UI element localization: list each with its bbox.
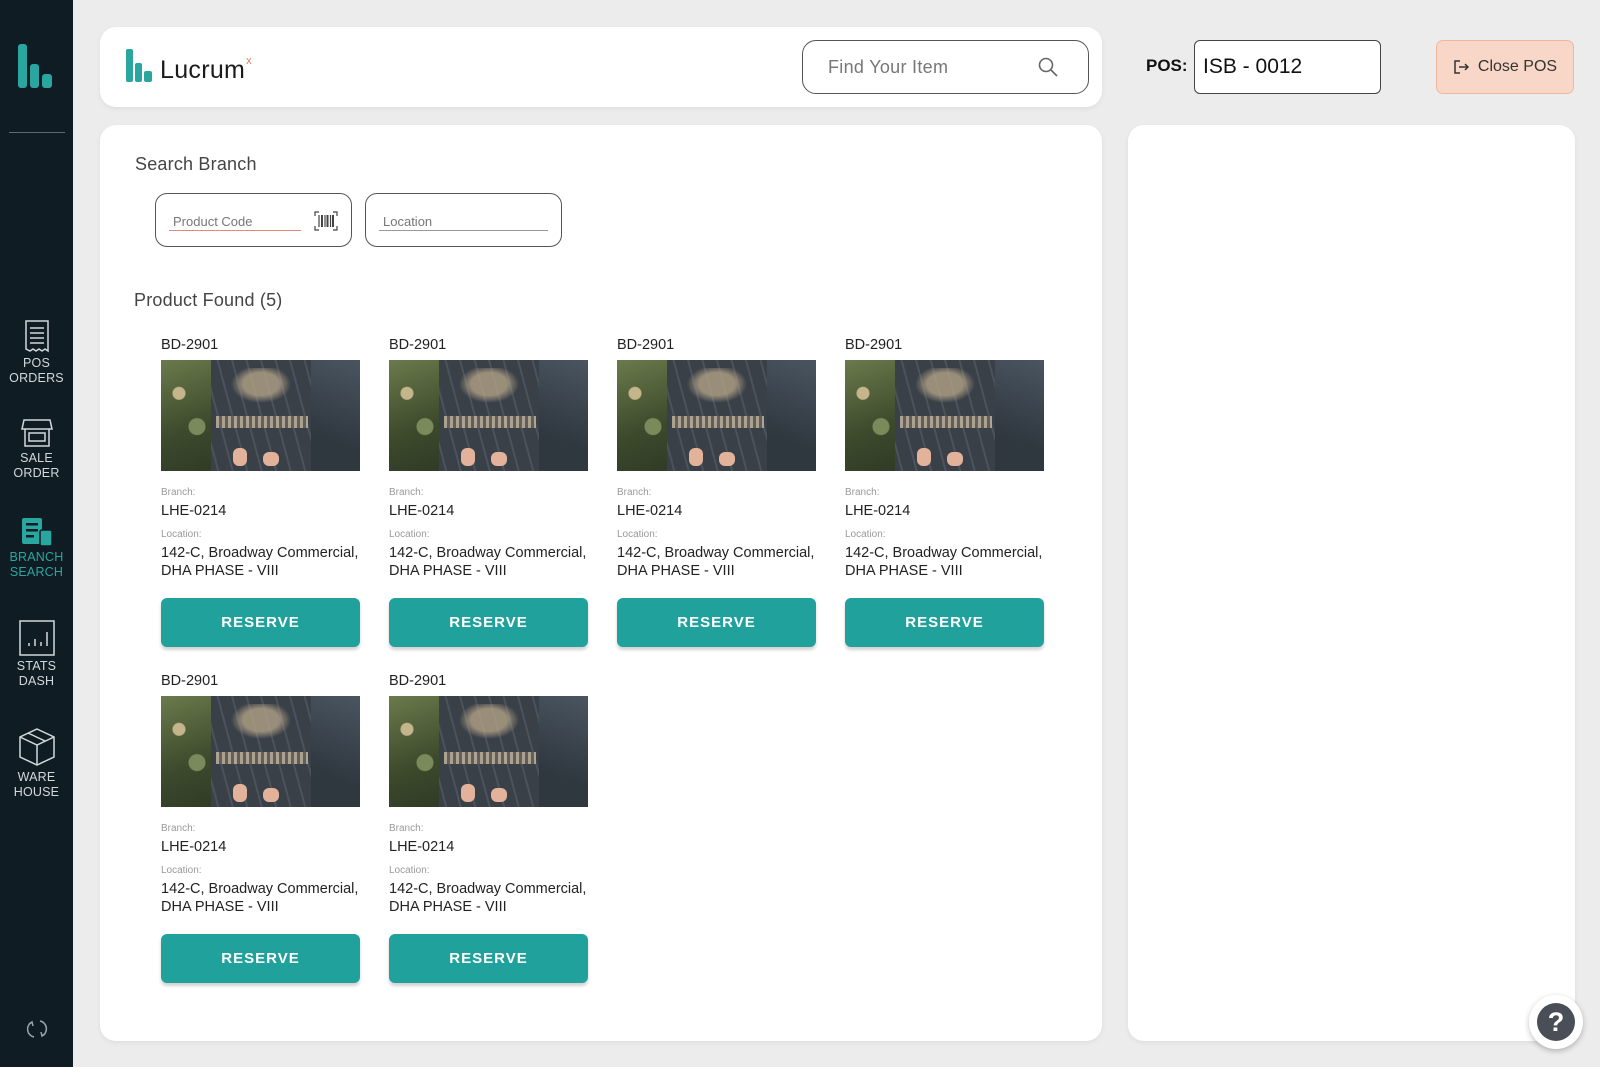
branch-label: Branch: <box>389 823 424 834</box>
products-found-title: Product Found (5) <box>134 290 283 310</box>
location-label: Location: <box>389 529 430 540</box>
product-card: BD-2901 Branch: LHE-0214 Location: 142-C… <box>845 337 1044 647</box>
product-image[interactable] <box>161 360 360 471</box>
location-line-1: 142-C, Broadway Commercial, <box>389 545 587 561</box>
location-label: Location: <box>161 529 202 540</box>
branch-label: Branch: <box>161 823 196 834</box>
branch-value: LHE-0214 <box>845 503 911 519</box>
box-icon <box>18 728 55 766</box>
product-card: BD-2901 Branch: LHE-0214 Location: 142-C… <box>617 337 816 647</box>
product-code: BD-2901 <box>161 337 219 353</box>
location-line-1: 142-C, Broadway Commercial, <box>389 881 587 897</box>
stats-chart-icon <box>18 620 55 656</box>
refresh-icon[interactable] <box>26 1018 48 1040</box>
input-underline <box>379 230 548 231</box>
branch-value: LHE-0214 <box>389 503 455 519</box>
sidebar-item-label: WARE HOUSE <box>13 770 60 799</box>
sidebar-item-branch-search[interactable]: BRANCH SEARCH <box>0 517 73 580</box>
close-pos-label: Close POS <box>1477 58 1558 75</box>
product-code-placeholder: Product Code <box>173 214 253 229</box>
brand-superscript: x <box>246 55 252 67</box>
product-code-field[interactable]: Product Code <box>155 193 352 247</box>
header-bar: Lucrum x Find Your Item <box>100 27 1102 107</box>
input-underline <box>169 230 301 231</box>
location-line-2: DHA PHASE - VIII <box>617 563 735 579</box>
location-line-2: DHA PHASE - VIII <box>161 899 279 915</box>
branch-label: Branch: <box>845 487 880 498</box>
lucrum-logo-icon <box>126 49 152 82</box>
sidebar-item-pos-orders[interactable]: POS ORDERS <box>0 319 73 386</box>
pos-id-field[interactable]: ISB - 0012 <box>1194 40 1381 94</box>
location-label: Location: <box>845 529 886 540</box>
sidebar-divider <box>9 132 65 133</box>
product-code: BD-2901 <box>389 337 447 353</box>
location-line-2: DHA PHASE - VIII <box>389 899 507 915</box>
location-line-1: 142-C, Broadway Commercial, <box>845 545 1043 561</box>
search-placeholder: Find Your Item <box>828 56 949 77</box>
search-input[interactable]: Find Your Item <box>802 40 1089 94</box>
location-label: Location: <box>161 865 202 876</box>
close-pos-button[interactable]: Close POS <box>1436 40 1574 94</box>
pos-label: POS: <box>1146 56 1188 75</box>
branch-value: LHE-0214 <box>389 839 455 855</box>
branch-search-panel: Search Branch Product Code Location Prod… <box>100 125 1102 1041</box>
product-code: BD-2901 <box>389 673 447 689</box>
help-button[interactable]: ? <box>1529 995 1583 1049</box>
product-image[interactable] <box>617 360 816 471</box>
sidebar-item-label: BRANCH SEARCH <box>9 550 64 579</box>
brand-logo[interactable]: Lucrum x <box>126 49 252 83</box>
sidebar-item-label: STATS DASH <box>16 659 57 688</box>
branch-label: Branch: <box>161 487 196 498</box>
location-placeholder: Location <box>383 214 433 229</box>
help-icon: ? <box>1537 1003 1575 1041</box>
sidebar: POS ORDERS SALE ORDER BRANCH SEARCH STAT… <box>0 0 73 1067</box>
sidebar-item-label: POS ORDERS <box>9 356 64 385</box>
order-side-panel <box>1128 125 1575 1041</box>
product-code: BD-2901 <box>845 337 903 353</box>
location-line-1: 142-C, Broadway Commercial, <box>617 545 815 561</box>
location-field[interactable]: Location <box>365 193 562 247</box>
reserve-button[interactable]: RESERVE <box>161 934 360 983</box>
store-icon <box>20 419 53 447</box>
reserve-button[interactable]: RESERVE <box>845 598 1044 647</box>
location-line-2: DHA PHASE - VIII <box>389 563 507 579</box>
branch-search-icon <box>21 518 53 547</box>
branch-label: Branch: <box>617 487 652 498</box>
sidebar-item-sale-order[interactable]: SALE ORDER <box>0 418 73 481</box>
barcode-icon[interactable] <box>314 211 338 231</box>
product-image[interactable] <box>389 696 588 807</box>
product-code: BD-2901 <box>617 337 675 353</box>
product-card: BD-2901 Branch: LHE-0214 Location: 142-C… <box>389 337 588 647</box>
product-image[interactable] <box>161 696 360 807</box>
reserve-button[interactable]: RESERVE <box>389 934 588 983</box>
branch-value: LHE-0214 <box>161 503 227 519</box>
location-label: Location: <box>389 865 430 876</box>
sidebar-item-stats-dash[interactable]: STATS DASH <box>0 620 73 689</box>
reserve-button[interactable]: RESERVE <box>389 598 588 647</box>
location-line-2: DHA PHASE - VIII <box>161 563 279 579</box>
product-card: BD-2901 Branch: LHE-0214 Location: 142-C… <box>161 673 360 983</box>
product-code: BD-2901 <box>161 673 219 689</box>
pos-orders-icon <box>24 320 49 353</box>
branch-value: LHE-0214 <box>617 503 683 519</box>
location-label: Location: <box>617 529 658 540</box>
location-line-1: 142-C, Broadway Commercial, <box>161 545 359 561</box>
logout-icon <box>1454 60 1469 74</box>
search-branch-title: Search Branch <box>135 154 257 174</box>
reserve-button[interactable]: RESERVE <box>617 598 816 647</box>
product-card: BD-2901 Branch: LHE-0214 Location: 142-C… <box>389 673 588 983</box>
branch-value: LHE-0214 <box>161 839 227 855</box>
lucrum-logo-icon[interactable] <box>18 44 54 90</box>
product-card: BD-2901 Branch: LHE-0214 Location: 142-C… <box>161 337 360 647</box>
brand-name: Lucrum <box>160 56 246 84</box>
location-line-1: 142-C, Broadway Commercial, <box>161 881 359 897</box>
search-icon[interactable] <box>1038 57 1058 77</box>
product-image[interactable] <box>389 360 588 471</box>
reserve-button[interactable]: RESERVE <box>161 598 360 647</box>
product-image[interactable] <box>845 360 1044 471</box>
location-line-2: DHA PHASE - VIII <box>845 563 963 579</box>
sidebar-item-label: SALE ORDER <box>13 451 60 480</box>
branch-label: Branch: <box>389 487 424 498</box>
sidebar-item-warehouse[interactable]: WARE HOUSE <box>0 727 73 800</box>
